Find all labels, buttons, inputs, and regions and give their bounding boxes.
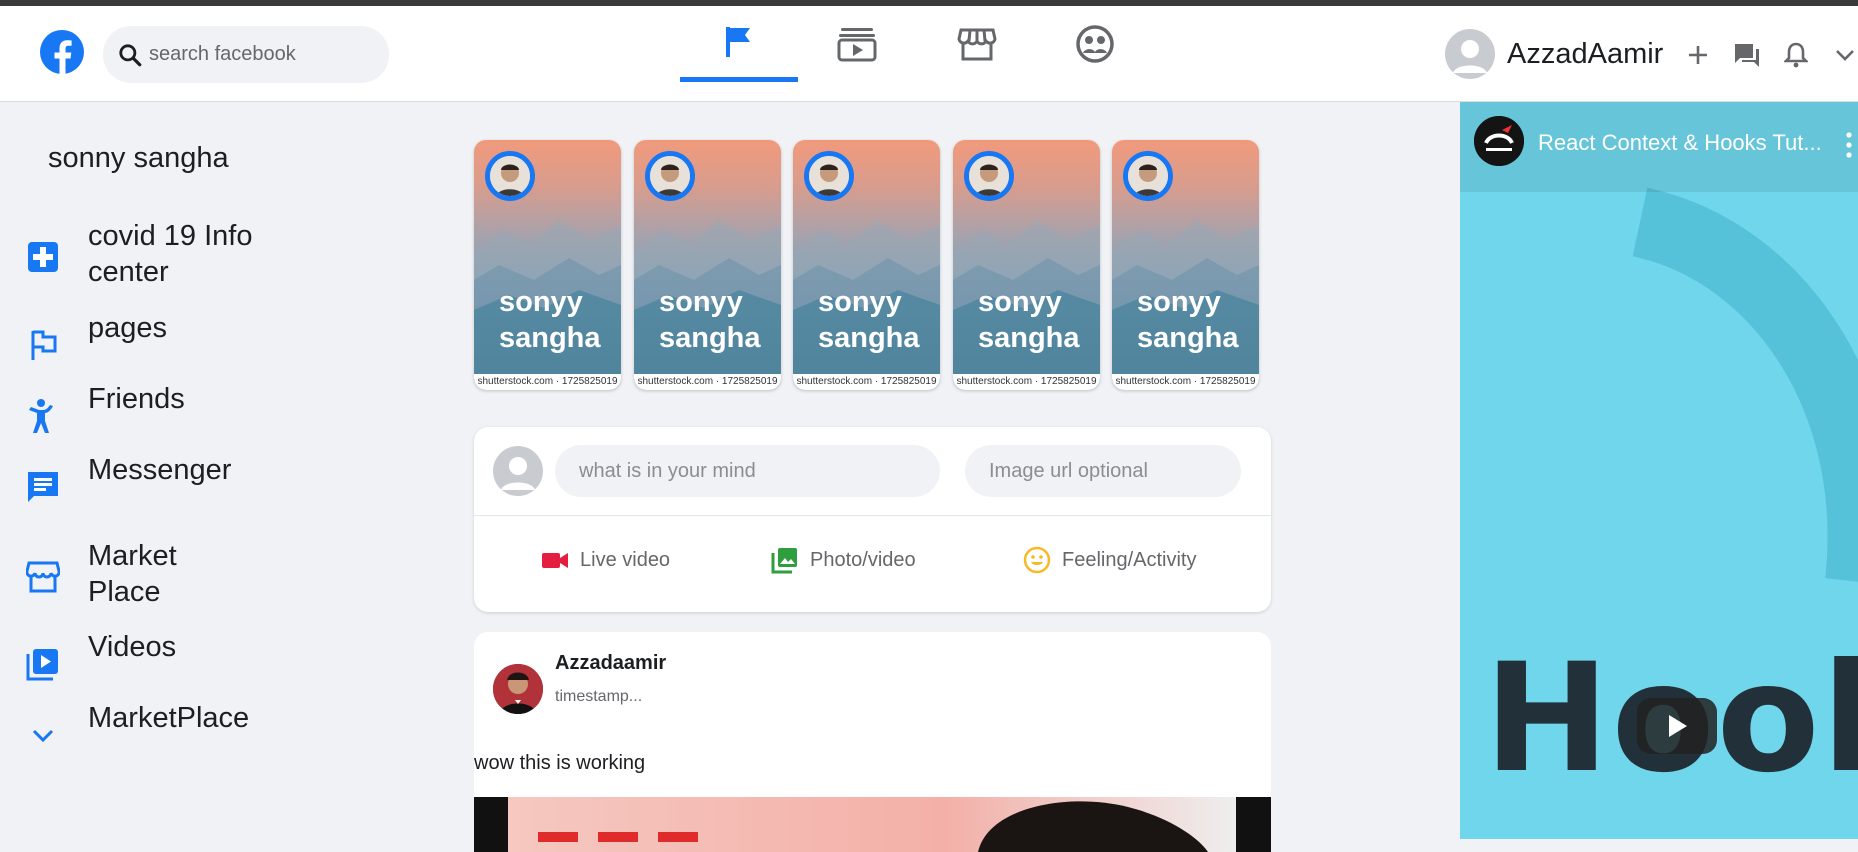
composer-divider [474,515,1271,516]
post-author-name[interactable]: Azzadaamir [555,652,666,675]
top-navigation-bar: AzzadAamir [0,6,1858,102]
more-options-icon[interactable] [1846,132,1852,158]
messenger-icon [1735,44,1759,67]
sidebar-item-label: pages [88,312,168,344]
sidebar-item-label: Market [88,540,177,572]
photo-video-label: Photo/video [810,548,916,571]
store-icon [957,28,997,61]
emoji-icon [1022,545,1052,575]
sidebar-user-name[interactable]: sonny sangha [48,142,229,175]
story-avatar [1123,151,1173,201]
add-icon [1689,46,1707,64]
post-text: wow this is working [474,752,646,774]
search-icon [119,43,142,66]
story-credit: shutterstock.com · 1725825019 [793,374,940,390]
sidebar-item-label: Messenger [88,454,232,486]
avatar [493,446,543,496]
people-icon [24,397,62,435]
post-composer: Live video Photo/video Feeling/Activity [474,427,1271,612]
sidebar-item-label: Videos [88,631,177,663]
feed-post: Azzadaamir timestamp... wow this is work… [474,632,1271,852]
nav-tab-watch[interactable] [798,6,916,82]
story-credit: shutterstock.com · 1725825019 [634,374,781,390]
video-title[interactable]: React Context & Hooks Tut... [1538,130,1822,156]
story-avatar [645,151,695,201]
flag-icon [726,26,750,57]
sidebar-item-messenger[interactable]: Messenger [24,454,231,506]
post-image[interactable] [474,797,1271,852]
story-name: sonyy sangha [659,286,761,354]
sidebar-item-marketplace[interactable]: Market Place [24,540,177,608]
facebook-logo-icon[interactable] [40,30,84,74]
story-card[interactable]: sonyy sangha shutterstock.com · 172582501… [793,140,940,390]
story-avatar [485,151,535,201]
sidebar-item-covid[interactable]: covid 19 Info center [24,220,252,288]
story-card[interactable]: sonyy sangha shutterstock.com · 172582501… [1112,140,1259,390]
nav-tab-marketplace[interactable] [918,6,1036,82]
story-name: sonyy sangha [818,286,920,354]
sidebar-item-label: center [88,256,169,288]
story-card[interactable]: sonyy sangha shutterstock.com · 172582501… [953,140,1100,390]
story-name: sonyy sangha [499,286,601,354]
story-credit: shutterstock.com · 1725825019 [953,374,1100,390]
add-button[interactable] [1683,40,1713,70]
story-name: sonyy sangha [978,286,1080,354]
sidebar-item-more[interactable]: MarketPlace [24,702,249,754]
play-button[interactable] [1637,698,1717,754]
sidebar-item-pages[interactable]: pages [24,312,167,364]
videocam-icon [540,545,570,575]
channel-avatar[interactable] [1474,116,1524,166]
live-video-button[interactable]: Live video [540,545,670,575]
search-input[interactable] [149,43,379,66]
header-username: AzzadAamir [1507,37,1664,70]
story-credit: shutterstock.com · 1725825019 [474,374,621,390]
sidebar-item-videos[interactable]: Videos [24,631,176,683]
feeling-activity-label: Feeling/Activity [1062,548,1197,571]
story-avatar [804,151,854,201]
store-icon [24,558,62,596]
live-video-label: Live video [580,548,671,571]
post-author-avatar[interactable] [493,664,543,714]
image-url-field[interactable] [965,445,1241,497]
messenger-button[interactable] [1732,40,1762,70]
video-library-icon [24,645,62,683]
story-name: sonyy sangha [1137,286,1239,354]
nav-tab-groups[interactable] [1036,6,1154,82]
photo-library-icon [770,545,800,575]
account-menu-button[interactable] [1830,40,1858,70]
post-timestamp: timestamp... [555,688,643,705]
chevron-down-icon [1836,50,1854,61]
notifications-icon [1784,42,1808,68]
sidebar-item-label: MarketPlace [88,702,250,734]
message-field[interactable] [555,445,940,497]
story-card[interactable]: sonyy sangha shutterstock.com · 172582501… [474,140,621,390]
story-credit: shutterstock.com · 1725825019 [1112,374,1259,390]
profile-chip[interactable]: AzzadAamir [1445,29,1663,79]
sidebar-item-label: Place [88,576,161,608]
video-icon [837,28,877,62]
nav-tab-pages[interactable] [680,6,798,82]
sidebar-item-label: covid 19 Info [88,220,253,252]
story-avatar [964,151,1014,201]
chevron-down-icon [24,716,62,754]
image-url-input[interactable] [989,459,1241,483]
chat-icon [24,468,62,506]
sidebar-item-friends[interactable]: Friends [24,383,185,435]
sidebar-item-label: Friends [88,383,185,415]
notifications-button[interactable] [1781,40,1811,70]
photo-video-button[interactable]: Photo/video [770,545,916,575]
search-bar[interactable] [103,26,389,83]
play-icon [1669,715,1687,737]
flag-icon [24,326,62,364]
video-player[interactable]: React Context & Hooks Tut... Hook [1460,102,1858,839]
story-card[interactable]: sonyy sangha shutterstock.com · 172582501… [634,140,781,390]
avatar [1445,29,1495,79]
message-input[interactable] [579,459,940,483]
plus-icon [24,238,62,276]
group-icon [1076,25,1114,63]
feeling-activity-button[interactable]: Feeling/Activity [1022,545,1197,575]
